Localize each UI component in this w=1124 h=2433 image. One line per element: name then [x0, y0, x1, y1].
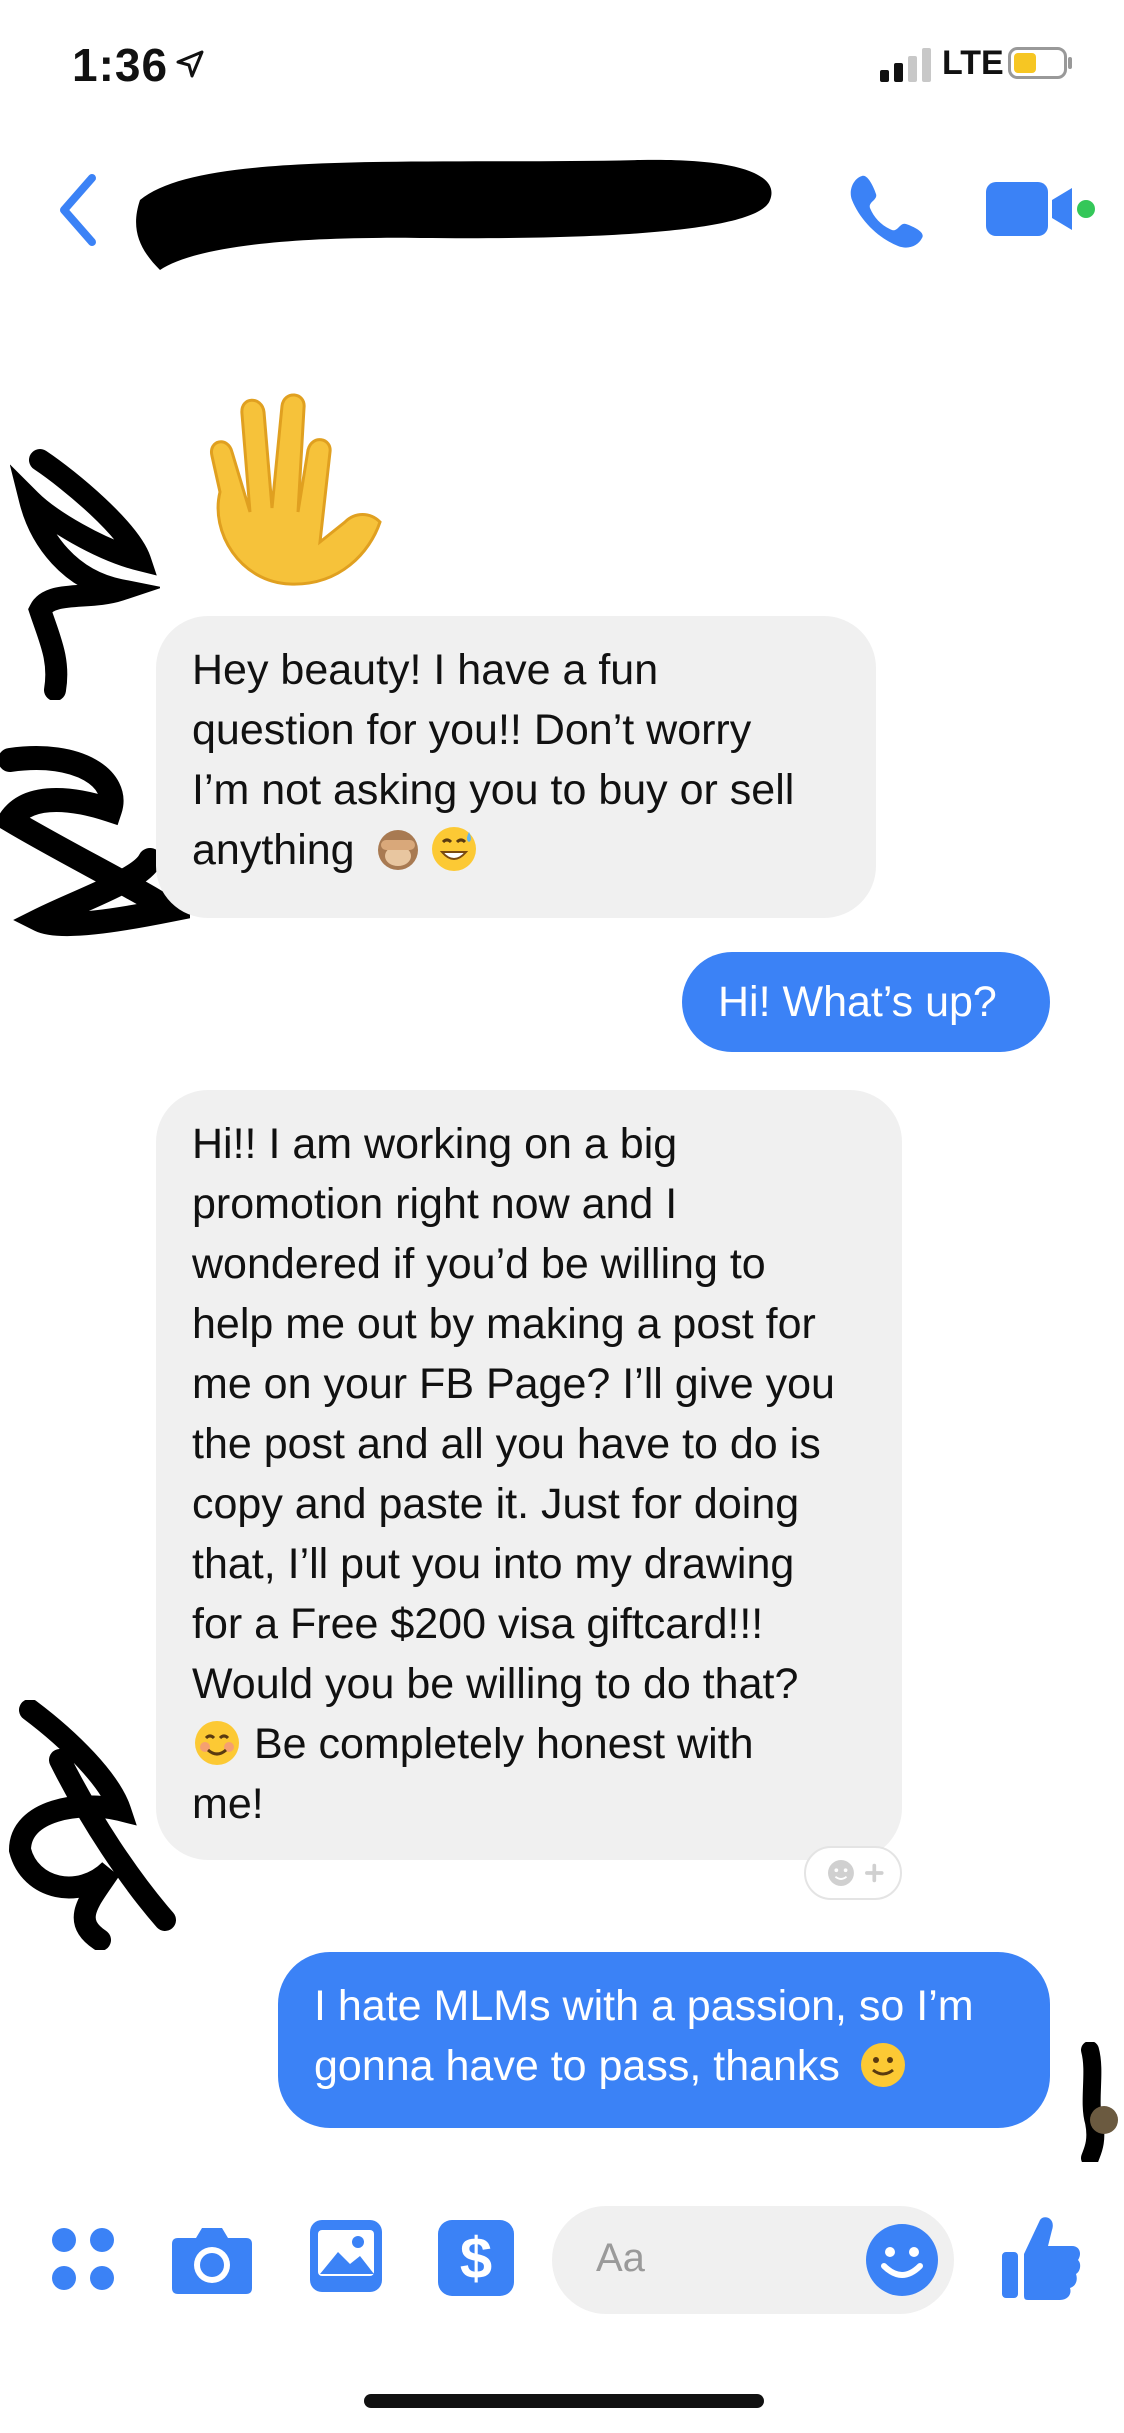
slight-smile-icon	[860, 2043, 905, 2087]
dollar-payment-icon[interactable]: $	[436, 2218, 516, 2298]
chat-header	[0, 130, 1124, 290]
message-text: Hey beauty! I have a fun question for yo…	[192, 646, 795, 874]
smiling-blush-icon	[195, 1721, 239, 1765]
contact-name-redaction[interactable]	[120, 140, 800, 290]
outgoing-message-bubble[interactable]: Hi! What’s up?	[682, 952, 1050, 1052]
incoming-message-bubble[interactable]: Hey beauty! I have a fun question for yo…	[156, 616, 876, 918]
message-input[interactable]: Aa	[552, 2206, 954, 2314]
monkey-see-no-evil-icon	[377, 830, 418, 870]
apps-grid-icon[interactable]	[48, 2224, 118, 2294]
status-bar: 1:36 LTE	[0, 0, 1124, 130]
message-text-continued: Be completely honest with me!	[192, 1720, 754, 1828]
thumbs-up-icon[interactable]	[1000, 2212, 1082, 2302]
message-composer: $ Aa	[0, 2190, 1124, 2330]
emoji-smile-icon[interactable]	[864, 2222, 940, 2298]
message-input-placeholder: Aa	[596, 2236, 645, 2280]
svg-text:$: $	[460, 2226, 492, 2291]
chevron-left-icon[interactable]	[54, 170, 102, 250]
video-camera-icon[interactable]	[986, 178, 1096, 240]
avatar-redaction	[8, 1700, 176, 1950]
incoming-message-bubble[interactable]: Hi!! I am working on a big promotion rig…	[156, 1090, 902, 1860]
grinning-sweat-icon	[431, 827, 476, 871]
outgoing-message-bubble[interactable]: I hate MLMs with a passion, so I’m gonna…	[278, 1952, 1050, 2128]
avatar-redaction	[10, 449, 160, 700]
waving-hand-emoji[interactable]	[180, 372, 410, 592]
signal-icon	[880, 48, 931, 82]
carrier-label: LTE	[942, 44, 1004, 82]
message-text: Hi!! I am working on a big promotion rig…	[192, 1120, 835, 1708]
image-icon[interactable]	[308, 2218, 384, 2294]
home-indicator[interactable]	[364, 2394, 764, 2408]
battery-icon	[1008, 47, 1072, 79]
message-text: Hi! What’s up?	[718, 978, 997, 1026]
add-reaction-button[interactable]	[804, 1846, 902, 1900]
location-arrow-icon	[176, 50, 204, 78]
avatar-redaction	[1081, 2042, 1118, 2162]
phone-icon[interactable]	[848, 170, 928, 250]
status-time: 1:36	[72, 39, 169, 91]
camera-icon[interactable]	[170, 2218, 254, 2298]
